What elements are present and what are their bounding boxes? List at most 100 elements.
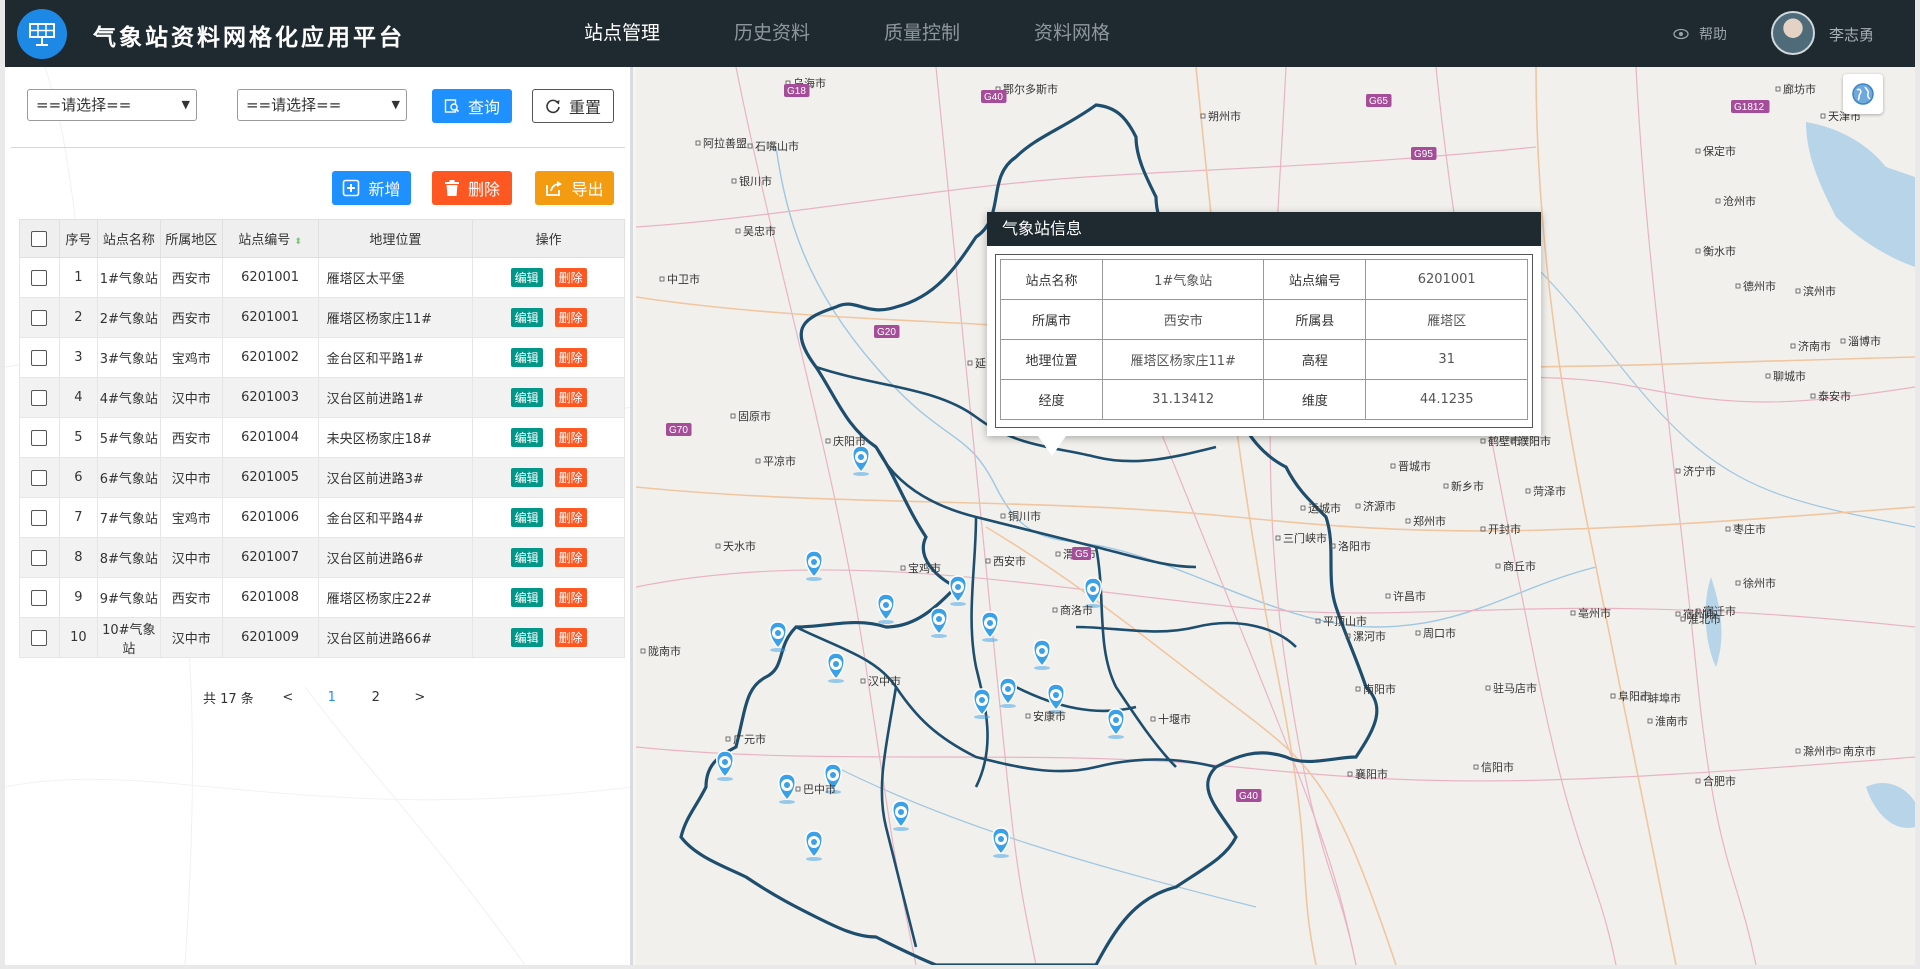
- station-pin-icon[interactable]: [930, 607, 948, 638]
- nav-data-grid[interactable]: 资料网格: [997, 0, 1147, 67]
- station-pin-icon[interactable]: [992, 827, 1010, 858]
- station-pin-icon[interactable]: [827, 652, 845, 683]
- row-checkbox[interactable]: [31, 589, 48, 606]
- station-pin-icon[interactable]: [805, 830, 823, 861]
- road-shield: G20: [874, 325, 900, 338]
- row-checkbox[interactable]: [31, 469, 48, 486]
- next-page-button[interactable]: >: [398, 690, 442, 705]
- page-1-button[interactable]: 1: [310, 690, 354, 705]
- edit-button[interactable]: 编辑: [510, 548, 543, 567]
- city-name: 陇南市: [648, 644, 681, 658]
- station-pin-icon[interactable]: [981, 611, 999, 642]
- table-row[interactable]: 4 4#气象站 汉中市 6201003 汉台区前进路1# 编辑 删除: [19, 377, 625, 418]
- column-header-sortable[interactable]: 站点编号 ⬍: [221, 219, 319, 258]
- station-pin-icon[interactable]: [852, 445, 870, 476]
- delete-button[interactable]: 删除: [554, 388, 587, 407]
- delete-button[interactable]: 删除: [554, 508, 587, 527]
- station-pin-icon[interactable]: [949, 575, 967, 606]
- export-button[interactable]: 导出: [535, 171, 614, 205]
- cell-station-name: 5#气象站: [96, 417, 161, 458]
- station-pin-icon[interactable]: [892, 800, 910, 831]
- delete-button[interactable]: 删除: [554, 628, 587, 647]
- station-pin-icon[interactable]: [877, 593, 895, 624]
- city-label: 济南市: [1790, 339, 1831, 353]
- prev-page-button[interactable]: <: [266, 690, 310, 705]
- add-station-button[interactable]: 新增: [332, 171, 411, 205]
- row-checkbox[interactable]: [31, 269, 48, 286]
- page-2-button[interactable]: 2: [354, 690, 398, 705]
- row-checkbox[interactable]: [31, 629, 48, 646]
- region-select[interactable]: ==请选择== ▼: [27, 89, 197, 121]
- user-name[interactable]: 李志勇: [1829, 24, 1874, 45]
- delete-button[interactable]: 删除: [554, 268, 587, 287]
- cell-station-code: 6201004: [221, 417, 319, 458]
- station-pin-icon[interactable]: [1033, 639, 1051, 670]
- edit-button[interactable]: 编辑: [510, 588, 543, 607]
- sort-icon[interactable]: ⬍: [294, 237, 302, 247]
- cell-station-name: 2#气象站: [96, 297, 161, 338]
- station-pin-icon[interactable]: [716, 750, 734, 781]
- select-all-checkbox[interactable]: [31, 230, 48, 247]
- station-pin-icon[interactable]: [999, 677, 1017, 708]
- table-row[interactable]: 1 1#气象站 西安市 6201001 雁塔区太平堡 编辑 删除: [19, 257, 625, 298]
- station-pin-icon[interactable]: [1047, 683, 1065, 714]
- edit-button[interactable]: 编辑: [510, 428, 543, 447]
- help-link[interactable]: 帮助: [1673, 24, 1727, 44]
- delete-button[interactable]: 删除: [554, 588, 587, 607]
- city-marker: [659, 276, 665, 282]
- delete-button[interactable]: 删除: [554, 548, 587, 567]
- map-canvas[interactable]: 乌海市 鄂尔多斯市朔州市廊坊市天津市阿拉善盟 石嘴山市银川市吴忠市中卫市保定市沧州市…: [636, 67, 1915, 965]
- nav-station-management[interactable]: 站点管理: [547, 0, 697, 67]
- table-row[interactable]: 10 10#气象站 汉中市 6201009 汉台区前进路66# 编辑 删除: [19, 617, 625, 658]
- city-label: 聊城市: [1765, 369, 1806, 383]
- info-value: 44.1235: [1365, 379, 1528, 420]
- station-pin-icon[interactable]: [805, 550, 823, 581]
- info-value: 1#气象站: [1101, 259, 1265, 300]
- table-row[interactable]: 6 6#气象站 汉中市 6201005 汉台区前进路3# 编辑 删除: [19, 457, 625, 498]
- table-row[interactable]: 8 8#气象站 汉中市 6201007 汉台区前进路6# 编辑 删除: [19, 537, 625, 578]
- row-select-cell: [19, 337, 60, 378]
- city-label: 巴中市: [795, 782, 836, 796]
- edit-button[interactable]: 编辑: [510, 348, 543, 367]
- delete-button[interactable]: 删除: [554, 348, 587, 367]
- map-layer-toggle[interactable]: [1843, 74, 1883, 114]
- query-button[interactable]: 查询: [432, 89, 512, 123]
- edit-button[interactable]: 编辑: [510, 468, 543, 487]
- station-pin-icon[interactable]: [1107, 708, 1125, 739]
- row-checkbox[interactable]: [31, 429, 48, 446]
- row-checkbox[interactable]: [31, 349, 48, 366]
- station-pin-icon[interactable]: [973, 688, 991, 719]
- nav-history-data[interactable]: 历史资料: [697, 0, 847, 67]
- avatar[interactable]: [1771, 11, 1815, 55]
- map-view[interactable]: 乌海市 鄂尔多斯市 朔州市 廊坊市 天津市 阿拉善盟 石嘴山市 银川市 吴忠市 中卫市 保定市 沧州市…: [636, 67, 1915, 965]
- delete-button[interactable]: 删除: [554, 308, 587, 327]
- row-checkbox[interactable]: [31, 509, 48, 526]
- city-name: 西安市: [993, 554, 1026, 568]
- row-checkbox[interactable]: [31, 549, 48, 566]
- station-pin-icon[interactable]: [1084, 577, 1102, 608]
- table-row[interactable]: 3 3#气象站 宝鸡市 6201002 金台区和平路1# 编辑 删除: [19, 337, 625, 378]
- table-row[interactable]: 9 9#气象站 西安市 6201008 雁塔区杨家庄22# 编辑 删除: [19, 577, 625, 618]
- edit-button[interactable]: 编辑: [510, 308, 543, 327]
- cell-location: 雁塔区太平堡: [317, 257, 474, 298]
- city-name: 周口市: [1423, 626, 1456, 640]
- edit-button[interactable]: 编辑: [510, 268, 543, 287]
- row-checkbox[interactable]: [31, 389, 48, 406]
- city-name: 安康市: [1033, 709, 1066, 723]
- info-key: 站点编号: [1263, 259, 1367, 300]
- edit-button[interactable]: 编辑: [510, 388, 543, 407]
- city-label: 开封市: [1480, 522, 1521, 536]
- table-row[interactable]: 2 2#气象站 西安市 6201001 雁塔区杨家庄11# 编辑 删除: [19, 297, 625, 338]
- table-row[interactable]: 7 7#气象站 宝鸡市 6201006 金台区和平路4# 编辑 删除: [19, 497, 625, 538]
- row-checkbox[interactable]: [31, 309, 48, 326]
- table-row[interactable]: 5 5#气象站 西安市 6201004 未央区杨家庄18# 编辑 删除: [19, 417, 625, 458]
- station-pin-icon[interactable]: [778, 773, 796, 804]
- delete-stations-button[interactable]: 删除: [432, 171, 512, 205]
- delete-button[interactable]: 删除: [554, 428, 587, 447]
- county-select[interactable]: ==请选择== ▼: [237, 89, 407, 121]
- delete-button[interactable]: 删除: [554, 468, 587, 487]
- nav-quality-control[interactable]: 质量控制: [847, 0, 997, 67]
- edit-button[interactable]: 编辑: [510, 628, 543, 647]
- edit-button[interactable]: 编辑: [510, 508, 543, 527]
- reset-button[interactable]: 重置: [532, 89, 614, 123]
